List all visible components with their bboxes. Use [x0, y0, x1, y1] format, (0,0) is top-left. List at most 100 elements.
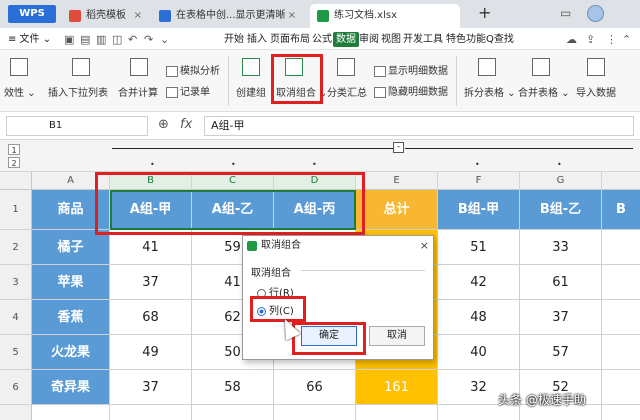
outline-level-2-button[interactable]: 2: [8, 157, 20, 168]
data-cell[interactable]: 42: [438, 265, 520, 300]
header-cell[interactable]: A组-乙: [192, 190, 274, 230]
col-header-d[interactable]: D: [274, 172, 356, 190]
data-cell[interactable]: 48: [438, 300, 520, 335]
show-detail-button[interactable]: 显示明细数据: [374, 62, 448, 77]
row-header-3[interactable]: 3: [0, 265, 32, 300]
row-header-1[interactable]: 1: [0, 190, 32, 230]
menu-special[interactable]: 特色功能: [446, 32, 486, 47]
merge-calc-button[interactable]: 合并计算: [118, 84, 158, 99]
menu-page-layout[interactable]: 页面布局: [270, 32, 310, 47]
more-icon[interactable]: ⌄: [160, 33, 169, 46]
preview-icon[interactable]: ◫: [112, 33, 122, 46]
data-cell[interactable]: [602, 405, 640, 420]
validity-button[interactable]: 效性 ⌄: [4, 84, 36, 99]
split-table-button[interactable]: 拆分表格 ⌄: [464, 84, 516, 99]
collapse-ribbon-icon[interactable]: ⌃: [622, 33, 631, 46]
menu-review[interactable]: 审阅: [359, 32, 379, 47]
data-cell[interactable]: [602, 230, 640, 265]
data-cell[interactable]: [602, 370, 640, 405]
col-header-f[interactable]: F: [438, 172, 520, 190]
new-tab-button[interactable]: +: [478, 3, 491, 22]
row-header-2[interactable]: 2: [0, 230, 32, 265]
menu-view[interactable]: 视图: [381, 32, 401, 47]
row-header-4[interactable]: 4: [0, 300, 32, 335]
tab-practice-xlsx[interactable]: 练习文档.xlsx: [310, 4, 460, 28]
subtotal-button[interactable]: 分类汇总: [327, 84, 367, 99]
row-header-7[interactable]: [0, 405, 32, 420]
header-cell[interactable]: A组-甲: [110, 190, 192, 230]
close-icon[interactable]: ×: [288, 4, 296, 28]
more-options-icon[interactable]: ⋮: [606, 33, 617, 46]
row-header-6[interactable]: 6: [0, 370, 32, 405]
data-cell[interactable]: [602, 335, 640, 370]
col-header-h[interactable]: [602, 172, 640, 190]
radio-column[interactable]: 列(C): [257, 302, 294, 317]
data-cell[interactable]: 61: [520, 265, 602, 300]
cloud-icon[interactable]: ☁: [566, 33, 577, 46]
wps-logo[interactable]: WPS: [8, 5, 56, 23]
header-cell[interactable]: B: [602, 190, 640, 230]
col-header-b[interactable]: B: [110, 172, 192, 190]
data-cell[interactable]: 66: [274, 370, 356, 405]
data-cell[interactable]: [192, 405, 274, 420]
menu-insert[interactable]: 插入: [247, 32, 267, 47]
data-cell[interactable]: 37: [520, 300, 602, 335]
data-cell[interactable]: [602, 265, 640, 300]
select-all-corner[interactable]: [0, 172, 32, 190]
avatar[interactable]: [587, 5, 604, 22]
tab-docer-templates[interactable]: 稻壳模板 ×: [62, 4, 148, 28]
data-cell[interactable]: 37: [110, 265, 192, 300]
data-cell[interactable]: 49: [110, 335, 192, 370]
search-box[interactable]: Q查找: [486, 32, 546, 47]
header-cell[interactable]: B组-乙: [520, 190, 602, 230]
outline-level-1-button[interactable]: 1: [8, 144, 20, 155]
data-cell[interactable]: [274, 405, 356, 420]
data-cell[interactable]: [356, 405, 438, 420]
close-icon[interactable]: ×: [420, 236, 429, 256]
data-cell[interactable]: 68: [110, 300, 192, 335]
import-data-button[interactable]: 导入数据: [576, 84, 616, 99]
product-cell[interactable]: 苹果: [32, 265, 110, 300]
product-cell[interactable]: 香蕉: [32, 300, 110, 335]
data-cell[interactable]: [602, 300, 640, 335]
data-cell[interactable]: 40: [438, 335, 520, 370]
name-box[interactable]: B1: [6, 116, 148, 136]
header-cell[interactable]: B组-甲: [438, 190, 520, 230]
row-header-5[interactable]: 5: [0, 335, 32, 370]
hide-detail-button[interactable]: 隐藏明细数据: [374, 83, 448, 98]
data-cell[interactable]: 57: [520, 335, 602, 370]
ungroup-button[interactable]: 取消组合 ⌄: [276, 84, 328, 99]
col-header-e[interactable]: E: [356, 172, 438, 190]
data-cell[interactable]: 41: [110, 230, 192, 265]
data-cell[interactable]: [32, 405, 110, 420]
share-icon[interactable]: ⇪: [586, 33, 595, 46]
col-header-a[interactable]: A: [32, 172, 110, 190]
redo-icon[interactable]: ↷: [144, 33, 153, 46]
total-header-cell[interactable]: 总计: [356, 190, 438, 230]
sim-analysis-button[interactable]: 模拟分析: [166, 62, 220, 77]
ok-button[interactable]: 确定: [301, 326, 357, 346]
formula-input[interactable]: A组-甲: [204, 116, 634, 136]
print-icon[interactable]: ▥: [96, 33, 106, 46]
header-cell[interactable]: A组-丙: [274, 190, 356, 230]
col-header-g[interactable]: G: [520, 172, 602, 190]
product-cell[interactable]: 橘子: [32, 230, 110, 265]
data-cell[interactable]: 51: [438, 230, 520, 265]
window-layout-icon[interactable]: ▭: [560, 6, 571, 20]
record-list-button[interactable]: 记录单: [166, 83, 210, 98]
product-cell[interactable]: 奇异果: [32, 370, 110, 405]
data-cell[interactable]: 33: [520, 230, 602, 265]
data-cell[interactable]: 58: [192, 370, 274, 405]
menu-formula[interactable]: 公式: [312, 32, 332, 47]
header-cell[interactable]: 商品: [32, 190, 110, 230]
col-header-c[interactable]: C: [192, 172, 274, 190]
radio-row[interactable]: 行(R): [257, 284, 294, 299]
menu-start[interactable]: 开始: [224, 32, 244, 47]
fx-icon[interactable]: fx: [180, 117, 192, 132]
create-group-button[interactable]: 创建组: [236, 84, 266, 99]
file-menu[interactable]: ≡ 文件 ⌄: [8, 32, 51, 47]
save-icon[interactable]: ▣: [64, 33, 74, 46]
folder-icon[interactable]: ▤: [80, 33, 90, 46]
product-cell[interactable]: 火龙果: [32, 335, 110, 370]
close-icon[interactable]: ×: [134, 4, 142, 28]
